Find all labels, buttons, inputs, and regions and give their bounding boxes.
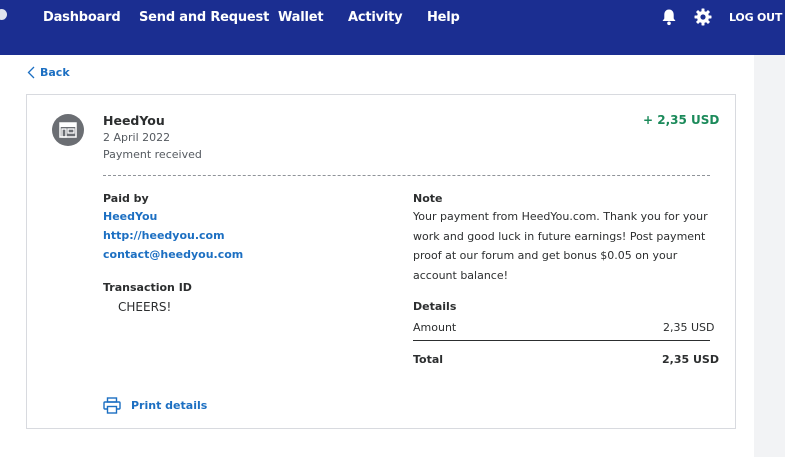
logo[interactable] — [0, 9, 7, 20]
logout-button[interactable]: LOG OUT — [729, 11, 782, 24]
payer-name-link[interactable]: HeedYou — [103, 210, 157, 223]
nav-wallet[interactable]: Wallet — [278, 10, 324, 25]
back-link[interactable]: Back — [27, 66, 70, 79]
transaction-id-heading: Transaction ID — [103, 281, 192, 294]
nav-activity[interactable]: Activity — [348, 10, 403, 25]
printer-icon — [103, 397, 121, 414]
paid-by-heading: Paid by — [103, 192, 149, 205]
details-heading: Details — [413, 300, 457, 313]
nav-dashboard[interactable]: Dashboard — [43, 10, 121, 25]
details-divider — [413, 340, 710, 341]
total-value: 2,35 USD — [662, 353, 719, 366]
section-divider — [103, 175, 710, 176]
merchant-name: HeedYou — [103, 113, 165, 128]
back-link-label: Back — [40, 66, 70, 79]
transaction-amount: + 2,35 USD — [643, 113, 720, 127]
transaction-id-value: CHEERS! — [118, 300, 172, 314]
note-text: Your payment from HeedYou.com. Thank you… — [413, 210, 708, 282]
nav-help[interactable]: Help — [427, 10, 460, 25]
transaction-date: 2 April 2022 — [103, 131, 171, 144]
top-nav-bar: Dashboard Send and Request Wallet Activi… — [0, 0, 785, 55]
payer-email-link[interactable]: contact@heedyou.com — [103, 248, 243, 261]
gear-icon[interactable] — [694, 8, 712, 26]
payer-website-link[interactable]: http://heedyou.com — [103, 229, 225, 242]
transaction-status: Payment received — [103, 148, 202, 161]
print-details-button[interactable]: Print details — [103, 397, 207, 414]
nav-send-and-request[interactable]: Send and Request — [139, 10, 269, 25]
page-side-gutter — [754, 55, 785, 457]
merchant-avatar — [52, 114, 84, 146]
total-label: Total — [413, 353, 444, 366]
print-details-label: Print details — [131, 399, 208, 412]
amount-value: 2,35 USD — [663, 321, 715, 334]
note-heading: Note — [413, 192, 443, 205]
chevron-left-icon — [27, 66, 35, 79]
store-icon — [59, 122, 77, 138]
bell-icon[interactable] — [661, 8, 677, 26]
amount-label: Amount — [413, 321, 457, 334]
